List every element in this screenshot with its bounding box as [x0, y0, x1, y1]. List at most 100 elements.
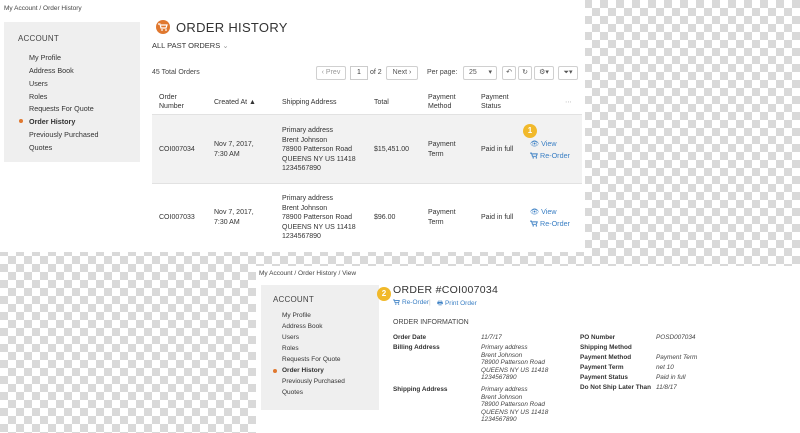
reorder-link[interactable]: Re-Order: [530, 219, 570, 228]
filter-icon[interactable]: ⏷▾: [558, 66, 578, 80]
sidebar-item-roles[interactable]: Roles: [282, 345, 299, 352]
chevron-down-icon: ▾: [488, 69, 492, 76]
payment-method-label: Payment Method: [580, 354, 632, 361]
do-not-ship-later-than-label: Do Not Ship Later Than: [580, 384, 652, 391]
col-payment-method[interactable]: Payment Method: [428, 93, 456, 111]
sidebar-item-order-history[interactable]: Order History: [29, 117, 75, 126]
col-created-at[interactable]: Created At ▲: [214, 98, 256, 107]
divider: [152, 183, 582, 184]
reorder-label: Re-Order: [402, 299, 430, 306]
col-order-number[interactable]: Order Number: [159, 93, 184, 111]
active-indicator-icon: [19, 119, 23, 123]
sidebar-item-requests-for-quote[interactable]: Requests For Quote: [282, 356, 341, 363]
eye-icon: 👁: [530, 207, 540, 216]
order-view-panel: My Account / Order History / View ACCOUN…: [256, 266, 800, 433]
view-link[interactable]: 👁 View: [530, 207, 557, 216]
section-title: ORDER INFORMATION: [393, 319, 469, 326]
order-address: Primary address Brent Johnson 78900 Patt…: [282, 195, 356, 240]
reorder-label: Re-Order: [540, 151, 570, 160]
order-history-panel: My Account / Order History ACCOUNT My Pr…: [0, 0, 585, 252]
page-title: ORDER HISTORY: [176, 20, 288, 35]
step-badge: 1: [523, 124, 537, 138]
sidebar-title: ACCOUNT: [273, 295, 314, 304]
printer-icon: 🖶: [437, 300, 444, 307]
sidebar-item-requests-for-quote[interactable]: Requests For Quote: [29, 104, 94, 113]
page-number-input[interactable]: 1: [350, 66, 368, 80]
order-number[interactable]: COI007034: [159, 145, 195, 155]
account-sidebar: ACCOUNT My Profile Address Book Users Ro…: [261, 285, 379, 410]
order-total: $15,451.00: [374, 146, 410, 153]
col-shipping-address[interactable]: Shipping Address: [282, 98, 336, 107]
view-link[interactable]: 👁 View: [530, 139, 557, 148]
sidebar-item-roles[interactable]: Roles: [29, 92, 47, 101]
order-status: Paid in full: [481, 146, 514, 153]
payment-status-label: Payment Status: [580, 374, 628, 381]
eye-icon: 👁: [530, 139, 540, 148]
print-order-link[interactable]: 🖶 Print Order: [437, 299, 477, 310]
payment-term-value: net 10: [656, 364, 674, 371]
order-status: Paid in full: [481, 214, 514, 221]
col-payment-status[interactable]: Payment Status: [481, 93, 509, 111]
sidebar-item-order-history[interactable]: Order History: [282, 367, 324, 374]
next-page-button[interactable]: Next ›: [386, 66, 418, 80]
billing-address-label: Billing Address: [393, 344, 440, 351]
sidebar-item-users[interactable]: Users: [282, 334, 299, 341]
per-page-label: Per page:: [427, 69, 458, 76]
col-total[interactable]: Total: [374, 98, 389, 107]
shipping-method-label: Shipping Method: [580, 344, 632, 351]
order-title: ORDER #COI007034: [393, 284, 499, 296]
chevron-down-icon: ⌄: [222, 41, 229, 50]
sidebar-item-my-profile[interactable]: My Profile: [282, 312, 311, 319]
order-created: Nov 7, 2017, 7:30 AM: [214, 141, 254, 158]
sidebar-item-quotes[interactable]: Quotes: [282, 389, 303, 396]
reorder-link[interactable]: Re-Order: [530, 151, 570, 160]
order-total: $96.00: [374, 214, 396, 221]
sidebar-item-users[interactable]: Users: [29, 79, 48, 88]
cart-icon: [530, 220, 538, 227]
sidebar-item-previously-purchased[interactable]: Previously Purchased: [29, 130, 99, 139]
payment-status-value: Paid in full: [656, 374, 686, 381]
sidebar-title: ACCOUNT: [18, 34, 59, 43]
page-of-total: of 2: [370, 69, 382, 76]
reorder-link[interactable]: Re-Order: [393, 299, 429, 306]
order-date-label: Order Date: [393, 334, 427, 341]
print-label: Print Order: [444, 300, 477, 307]
view-label: View: [541, 139, 557, 148]
view-label: View: [541, 207, 557, 216]
refresh-icon[interactable]: ↻: [518, 66, 532, 80]
per-page-select[interactable]: 25 ▾: [463, 66, 497, 80]
shipping-address-label: Shipping Address: [393, 386, 448, 393]
active-indicator-icon: [273, 369, 277, 373]
cart-icon: [156, 20, 170, 34]
order-method: Payment Term: [428, 209, 456, 226]
account-sidebar: ACCOUNT My Profile Address Book Users Ro…: [4, 22, 140, 162]
sidebar-item-address-book[interactable]: Address Book: [282, 323, 322, 330]
more-columns-icon[interactable]: ⋯: [565, 98, 572, 107]
breadcrumb[interactable]: My Account / Order History: [4, 5, 82, 12]
total-orders: 45 Total Orders: [152, 69, 200, 76]
cart-icon: [393, 299, 400, 305]
gear-icon[interactable]: ⚙▾: [534, 66, 554, 80]
payment-method-value: Payment Term: [656, 354, 698, 361]
billing-address-value: Primary address Brent Johnson 78900 Patt…: [481, 344, 549, 382]
undo-icon[interactable]: ↶: [502, 66, 516, 80]
order-created: Nov 7, 2017, 7:30 AM: [214, 209, 254, 226]
sidebar-item-address-book[interactable]: Address Book: [29, 66, 74, 75]
reorder-label: Re-Order: [540, 219, 570, 228]
filter-dropdown[interactable]: ALL PAST ORDERS ⌄: [152, 41, 229, 50]
order-method: Payment Term: [428, 141, 456, 158]
do-not-ship-later-than-value: 11/8/17: [656, 384, 677, 391]
cart-icon: [530, 152, 538, 159]
per-page-value: 25: [469, 69, 477, 76]
sidebar-item-quotes[interactable]: Quotes: [29, 143, 52, 152]
divider: |: [429, 299, 431, 306]
po-number-value: POSD007034: [656, 334, 696, 341]
sidebar-item-previously-purchased[interactable]: Previously Purchased: [282, 378, 345, 385]
sidebar-item-my-profile[interactable]: My Profile: [29, 53, 61, 62]
order-date-value: 11/7/17: [481, 334, 502, 341]
po-number-label: PO Number: [580, 334, 616, 341]
step-badge: 2: [377, 287, 391, 301]
prev-page-button[interactable]: ‹ Prev: [316, 66, 346, 80]
breadcrumb[interactable]: My Account / Order History / View: [259, 270, 356, 277]
order-number[interactable]: COI007033: [159, 213, 195, 223]
